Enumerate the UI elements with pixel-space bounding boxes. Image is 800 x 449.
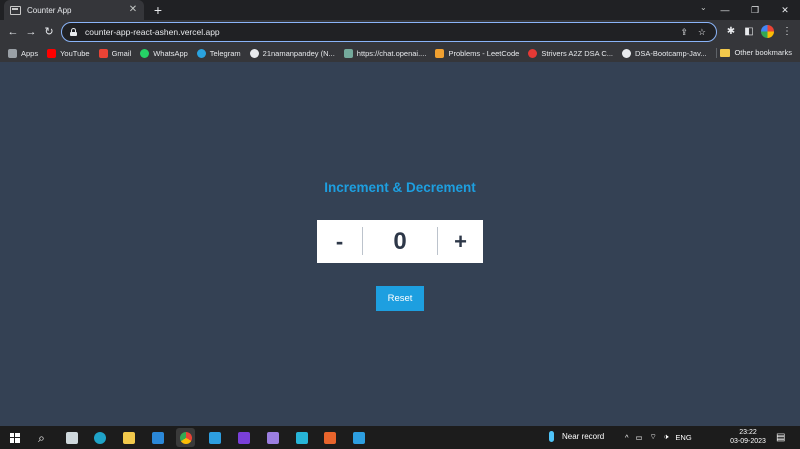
browser-tab[interactable]: Counter App ✕ <box>4 0 144 20</box>
address-bar[interactable]: counter-app-react-ashen.vercel.app ⇪ ☆ <box>61 22 717 42</box>
profile-avatar[interactable] <box>761 25 774 38</box>
edge-app[interactable] <box>90 428 109 447</box>
decrement-button[interactable]: - <box>317 220 362 263</box>
notification-icon[interactable]: ▤ <box>776 432 785 443</box>
counter-value: 0 <box>393 227 407 255</box>
file-explorer-app[interactable] <box>119 428 138 447</box>
weather-text: Near record <box>562 432 605 441</box>
whatsapp-icon <box>140 48 150 58</box>
back-button[interactable]: ← <box>6 24 20 40</box>
office-icon <box>323 431 336 444</box>
bookmark-youtube[interactable]: YouTube <box>47 48 90 58</box>
lock-icon[interactable] <box>70 28 77 36</box>
system-tray: ^ ▭ ⌔ 🕩 ENG <box>625 432 699 442</box>
bookmark-whatsapp[interactable]: WhatsApp <box>140 48 188 58</box>
tab-strip: Counter App ✕ + ⌄ — ❐ ✕ <box>0 0 800 20</box>
task-view-icon <box>65 431 78 444</box>
vscode-icon <box>208 431 221 444</box>
bookmark-star-icon[interactable]: ☆ <box>698 27 706 38</box>
windows-taskbar: ⌕ Near record ^ ▭ ⌔ 🕩 ENG 23:22 03-09-20… <box>0 426 800 449</box>
mail-app[interactable] <box>148 428 167 447</box>
bookmark-apps[interactable]: Apps <box>8 48 38 58</box>
photos-icon <box>295 431 308 444</box>
intellij-icon <box>237 431 250 444</box>
tray-overflow-icon[interactable]: ^ <box>625 433 629 442</box>
battery-icon[interactable]: ▭ <box>636 433 643 442</box>
mail-icon <box>151 431 164 444</box>
vscode-app[interactable] <box>205 428 224 447</box>
tab-favicon-icon <box>10 5 21 15</box>
openai-icon <box>343 48 353 58</box>
window-controls: — ❐ ✕ <box>710 0 800 20</box>
search-icon: ⌕ <box>38 430 45 445</box>
leetcode-icon <box>435 48 445 58</box>
bookmark-dsa-bootcamp[interactable]: DSA-Bootcamp-Jav... <box>622 48 707 58</box>
gmail-icon <box>98 48 108 58</box>
edge-icon <box>93 431 106 444</box>
browser-toolbar: ← → ↻ counter-app-react-ashen.vercel.app… <box>0 20 800 44</box>
language-indicator[interactable]: ENG <box>675 433 691 442</box>
tab-title: Counter App <box>27 5 72 15</box>
start-button[interactable] <box>5 428 24 447</box>
bookmark-github-profile[interactable]: 21namanpandey (N... <box>249 48 335 58</box>
reset-button[interactable]: Reset <box>376 286 424 311</box>
forward-button[interactable]: → <box>24 24 38 40</box>
minimize-button[interactable]: — <box>710 0 740 20</box>
vscode-icon <box>352 431 365 444</box>
notepad-icon <box>266 431 279 444</box>
bookmark-chatgpt[interactable]: https://chat.openai.... <box>343 48 426 58</box>
folder-icon <box>122 431 135 444</box>
office-app[interactable] <box>320 428 339 447</box>
search-button[interactable]: ⌕ <box>32 428 51 447</box>
vscode-app[interactable] <box>349 428 368 447</box>
bookmark-gmail[interactable]: Gmail <box>98 48 131 58</box>
github-icon <box>622 48 631 58</box>
wifi-icon[interactable]: ⌔ <box>650 432 657 442</box>
task-view-button[interactable] <box>62 428 81 447</box>
restore-button[interactable]: ❐ <box>740 0 770 20</box>
increment-button[interactable]: + <box>438 220 483 263</box>
telegram-icon <box>196 48 206 58</box>
clock[interactable]: 23:22 03-09-2023 <box>728 428 768 446</box>
photos-app[interactable] <box>292 428 311 447</box>
page-title: Increment & Decrement <box>324 180 476 195</box>
extensions-icon[interactable]: ✱ <box>724 25 738 39</box>
tab-close-icon[interactable]: ✕ <box>128 5 138 15</box>
bookmark-telegram[interactable]: Telegram <box>196 48 241 58</box>
intellij-app[interactable] <box>234 428 253 447</box>
other-bookmarks[interactable]: Other bookmarks <box>720 48 792 57</box>
new-tab-button[interactable]: + <box>151 2 165 18</box>
folder-icon <box>720 48 731 57</box>
thermometer-icon <box>549 431 554 442</box>
page-content: Increment & Decrement - 0 + Reset <box>0 62 800 426</box>
github-icon <box>249 48 259 58</box>
bookmark-strivers[interactable]: Strivers A2Z DSA C... <box>528 48 613 58</box>
notepad-app[interactable] <box>263 428 282 447</box>
chrome-icon <box>179 431 192 444</box>
reload-button[interactable]: ↻ <box>42 24 56 40</box>
strivers-icon <box>528 48 538 58</box>
youtube-icon <box>47 48 57 58</box>
bookmarks-divider <box>716 48 717 58</box>
counter-box: - 0 + <box>317 220 483 263</box>
volume-icon[interactable]: 🕩 <box>664 432 669 442</box>
clock-time: 23:22 <box>739 429 757 436</box>
address-url[interactable]: counter-app-react-ashen.vercel.app <box>85 27 680 37</box>
weather-widget[interactable]: Near record <box>549 431 604 442</box>
tab-search-icon[interactable]: ⌄ <box>700 3 707 12</box>
windows-logo-icon <box>9 432 20 443</box>
side-panel-icon[interactable]: ◧ <box>742 25 756 39</box>
apps-grid-icon <box>8 48 17 58</box>
browser-menu-icon[interactable]: ⋮ <box>780 25 794 39</box>
share-icon[interactable]: ⇪ <box>680 27 688 38</box>
close-window-button[interactable]: ✕ <box>770 0 800 20</box>
clock-date: 03-09-2023 <box>730 438 766 445</box>
chrome-app[interactable] <box>176 428 195 447</box>
bookmarks-bar: Apps YouTube Gmail WhatsApp Telegram 21n… <box>0 44 800 62</box>
bookmark-leetcode[interactable]: Problems - LeetCode <box>435 48 519 58</box>
